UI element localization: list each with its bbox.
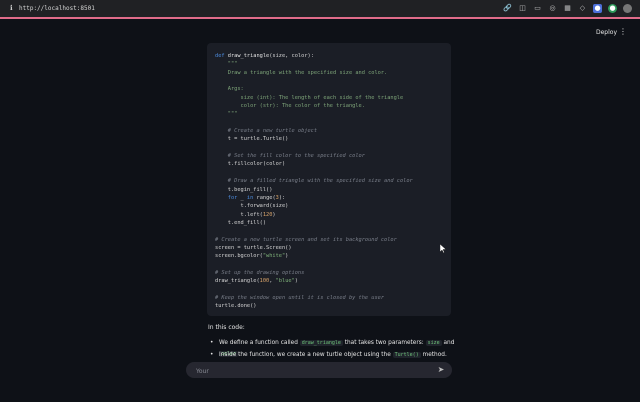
code-line: # Create a new turtle screen and set its…	[215, 236, 397, 243]
code-line: # Draw a filled triangle with the specif…	[215, 178, 413, 185]
list-item: We define a function called draw_triangl…	[208, 338, 458, 357]
extension-icon[interactable]: ◇	[578, 4, 587, 13]
code-line: size (int): The length of each side of t…	[215, 94, 404, 101]
code-line: turtle.done()	[215, 303, 257, 310]
main-menu-icon[interactable]: ⋮	[619, 27, 627, 36]
code-line: Draw a triangle with the specified size …	[215, 69, 388, 76]
code-line: t.begin_fill()	[215, 186, 273, 193]
code-line: t.end_fill()	[215, 219, 267, 226]
browser-actions: 🔗 ◫ ▭ ◎ ▦ ◇ ● ●	[503, 4, 632, 13]
code-line: for _ in range(3):	[227, 194, 286, 201]
code-line: """	[215, 111, 238, 118]
inline-code: size	[425, 340, 442, 346]
code-line: # Set the fill color to the specified co…	[215, 153, 365, 160]
deploy-button[interactable]: Deploy	[596, 29, 617, 36]
camera-icon[interactable]: ◫	[518, 4, 527, 13]
browser-toolbar: ℹ http://localhost:8501 🔗 ◫ ▭ ◎ ▦ ◇ ● ●	[0, 0, 640, 19]
code-line: # Set up the drawing options	[215, 269, 305, 276]
screen-icon[interactable]: ▭	[533, 4, 542, 13]
code-line: # Create a new turtle object	[215, 128, 318, 135]
code-line: t.fillcolor(color)	[215, 161, 286, 168]
link-icon[interactable]: 🔗	[503, 4, 512, 13]
mouse-cursor-icon	[440, 244, 446, 253]
code-line: screen.bgcolor("white")	[215, 253, 289, 260]
explanation-list: We define a function called draw_triangl…	[208, 338, 458, 362]
chat-input-bar: ➤	[186, 362, 452, 378]
code-line: t = turtle.Turtle()	[215, 136, 289, 143]
code-line: # Keep the window open until it is close…	[215, 294, 385, 301]
grid-icon[interactable]: ▦	[563, 4, 572, 13]
code-line: screen = turtle.Screen()	[215, 244, 292, 251]
code-line: t.left(120)	[215, 211, 276, 218]
info-icon[interactable]: ℹ	[10, 4, 13, 12]
code-line: color (str): The color of the triangle.	[215, 103, 365, 110]
globe-icon[interactable]: ◎	[548, 4, 557, 13]
code-line: """	[215, 61, 238, 68]
send-icon[interactable]: ➤	[436, 365, 446, 375]
chat-input[interactable]	[194, 364, 428, 378]
inline-code: Turtle()	[392, 352, 421, 358]
code-line: t.forward(size)	[215, 203, 289, 210]
inline-code: draw_triangle	[299, 340, 343, 346]
list-item: Inside the function, we create a new tur…	[208, 350, 458, 362]
code-line: Args:	[215, 86, 244, 93]
explanation-intro: In this code:	[208, 324, 245, 331]
code-line: def draw_triangle(size, color):	[215, 53, 314, 59]
code-line: draw_triangle(100, "blue")	[215, 278, 298, 285]
extension-green-icon[interactable]: ●	[608, 4, 617, 13]
code-block: def draw_triangle(size, color): """ Draw…	[207, 43, 451, 316]
extension-badge-icon[interactable]: ●	[593, 4, 602, 13]
profile-avatar[interactable]	[623, 4, 632, 13]
address-bar[interactable]: http://localhost:8501	[19, 5, 95, 12]
